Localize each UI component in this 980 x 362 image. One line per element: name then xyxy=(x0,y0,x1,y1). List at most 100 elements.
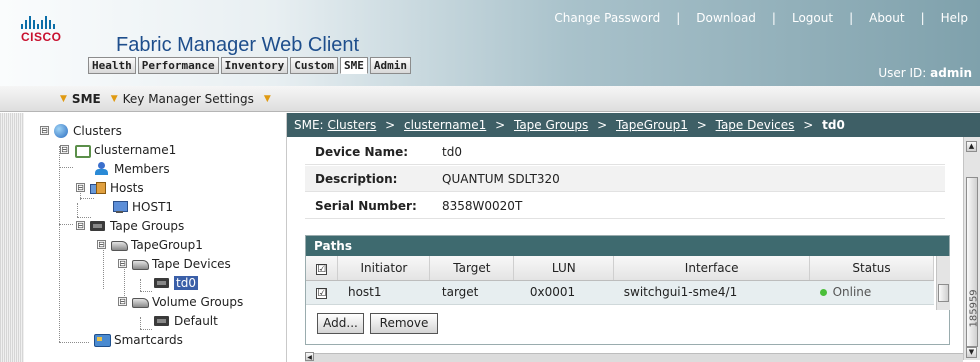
cisco-logo: CISCO xyxy=(21,16,62,44)
paths-table-scrollbar[interactable] xyxy=(936,256,950,310)
document-number: 185959 xyxy=(969,289,980,327)
paths-title: Paths xyxy=(306,236,949,256)
collapse-toggle[interactable]: ⊟ xyxy=(76,221,85,230)
scroll-left-icon[interactable]: ◀ xyxy=(305,352,314,361)
scroll-down-icon[interactable]: ▼ xyxy=(966,347,977,358)
drive-icon xyxy=(132,257,149,270)
host-icon xyxy=(112,200,128,213)
column-header-lun[interactable]: LUN xyxy=(513,256,615,281)
tree-item-clusters: ⊟ Clusters xyxy=(40,121,122,140)
main-tabs: Health Performance Inventory Custom SME … xyxy=(88,57,411,74)
tree-item-tape-groups: ⊟ Tape Groups xyxy=(76,216,184,235)
breadcrumb-link-tape-devices[interactable]: Tape Devices xyxy=(716,118,795,132)
subnav-sme[interactable]: ▼ SME xyxy=(60,92,101,106)
navigation-tree: ⊟ Clusters ⊟ clustername1 Members ⊟ Host… xyxy=(24,113,286,362)
subnav-key-manager-label: Key Manager Settings xyxy=(122,91,254,106)
hosts-icon xyxy=(90,181,106,194)
tree-item-label[interactable]: clustername1 xyxy=(94,143,176,157)
tree-item-label[interactable]: TapeGroup1 xyxy=(131,238,203,252)
link-separator: | xyxy=(771,11,776,25)
status-online-icon xyxy=(819,289,827,296)
tree-item-label[interactable]: HOST1 xyxy=(132,200,173,214)
remove-path-button[interactable]: Remove xyxy=(370,313,438,334)
logout-link[interactable]: Logout xyxy=(792,11,833,25)
person-icon xyxy=(94,162,109,175)
tree-item-label[interactable]: Clusters xyxy=(73,124,122,138)
tree-item-label[interactable]: Volume Groups xyxy=(152,295,243,309)
paths-panel: Paths ☑ Initiator Target LUN Interface S… xyxy=(305,235,950,345)
panel-resize-handle[interactable] xyxy=(0,113,24,362)
subnav-key-manager-settings[interactable]: ▼ Key Manager Settings xyxy=(111,92,254,106)
scrollbar-thumb[interactable] xyxy=(938,284,949,302)
breadcrumb-separator: > xyxy=(385,118,396,132)
breadcrumb-separator: > xyxy=(803,118,814,132)
tree-item-td0: td0 xyxy=(154,273,198,292)
tab-sme[interactable]: SME xyxy=(339,57,368,74)
tree-item-volume-groups: ⊟ Volume Groups xyxy=(118,292,243,311)
property-label: Description: xyxy=(315,171,398,186)
tree-item-smartcards: Smartcards xyxy=(94,330,183,349)
select-all-column: ☑ xyxy=(306,256,339,281)
tab-inventory[interactable]: Inventory xyxy=(220,57,289,74)
column-header-interface[interactable]: Interface xyxy=(613,256,811,281)
row-checkbox[interactable]: ☑ xyxy=(316,288,328,299)
subnav-sme-label: SME xyxy=(71,91,101,106)
tree-item-tape-devices: ⊟ Tape Devices xyxy=(118,254,231,273)
tab-custom[interactable]: Custom xyxy=(290,57,338,74)
tree-item-label[interactable]: Smartcards xyxy=(114,333,183,347)
breadcrumb-link-clustername1[interactable]: clustername1 xyxy=(404,118,486,132)
tab-performance[interactable]: Performance xyxy=(137,57,219,74)
chevron-down-icon[interactable]: ▼ xyxy=(264,94,271,104)
add-path-button[interactable]: Add... xyxy=(317,313,364,334)
tree-item-label[interactable]: Hosts xyxy=(110,181,144,195)
tree-item-label[interactable]: Default xyxy=(174,314,218,328)
property-value: td0 xyxy=(442,144,462,159)
download-link[interactable]: Download xyxy=(696,11,756,25)
tape-icon xyxy=(90,219,105,232)
smartcard-icon xyxy=(94,333,111,347)
breadcrumb-prefix: SME: xyxy=(294,118,324,132)
content-horizontal-scrollbar[interactable]: ◀ xyxy=(305,352,963,362)
column-header-initiator[interactable]: Initiator xyxy=(337,256,431,281)
user-id: User ID: admin xyxy=(878,66,972,80)
tab-health[interactable]: Health xyxy=(88,57,136,74)
user-name: admin xyxy=(930,66,972,80)
tree-item-default: Default xyxy=(154,311,218,330)
tree-item-tapegroup1: ⊟ TapeGroup1 xyxy=(97,235,203,254)
breadcrumb-link-tapegroup1[interactable]: TapeGroup1 xyxy=(616,118,688,132)
link-separator: | xyxy=(676,11,681,25)
help-link[interactable]: Help xyxy=(941,11,968,25)
tree-item-label[interactable]: Tape Devices xyxy=(152,257,231,271)
column-header-target[interactable]: Target xyxy=(429,256,515,281)
about-link[interactable]: About xyxy=(869,11,904,25)
breadcrumb-separator: > xyxy=(696,118,707,132)
collapse-toggle[interactable]: ⊟ xyxy=(118,259,127,268)
collapse-toggle[interactable]: ⊟ xyxy=(60,145,69,154)
property-value: QUANTUM SDLT320 xyxy=(442,171,560,186)
tape-icon xyxy=(154,314,169,327)
table-row[interactable]: ☑ host1 target 0x0001 switchgui1-sme4/1 … xyxy=(306,280,934,305)
cell-lun: 0x0001 xyxy=(513,280,614,305)
collapse-toggle[interactable]: ⊟ xyxy=(97,240,106,249)
chevron-down-icon: ▼ xyxy=(60,93,67,104)
collapse-toggle[interactable]: ⊟ xyxy=(40,126,49,135)
scroll-up-icon[interactable]: ▲ xyxy=(966,141,977,152)
collapse-toggle[interactable]: ⊟ xyxy=(76,183,85,192)
breadcrumb-link-clusters[interactable]: Clusters xyxy=(327,118,376,132)
collapse-toggle[interactable]: ⊟ xyxy=(118,297,127,306)
tape-icon xyxy=(154,276,169,289)
cell-interface: switchgui1-sme4/1 xyxy=(613,280,810,305)
cell-initiator: host1 xyxy=(337,280,430,305)
tree-item-label[interactable]: Members xyxy=(114,162,170,176)
tree-item-label[interactable]: td0 xyxy=(174,275,198,290)
select-all-checkbox[interactable]: ☑ xyxy=(316,263,328,275)
change-password-link[interactable]: Change Password xyxy=(554,11,660,25)
breadcrumb-link-tape-groups[interactable]: Tape Groups xyxy=(514,118,588,132)
tab-admin[interactable]: Admin xyxy=(369,57,411,74)
cisco-logo-text: CISCO xyxy=(21,30,62,44)
tree-item-label[interactable]: Tape Groups xyxy=(110,219,184,233)
drive-icon xyxy=(132,295,149,308)
column-header-status[interactable]: Status xyxy=(809,256,934,281)
cisco-logo-bars-icon xyxy=(21,16,57,29)
detail-panel: SME: Clusters > clustername1 > Tape Grou… xyxy=(286,113,980,362)
